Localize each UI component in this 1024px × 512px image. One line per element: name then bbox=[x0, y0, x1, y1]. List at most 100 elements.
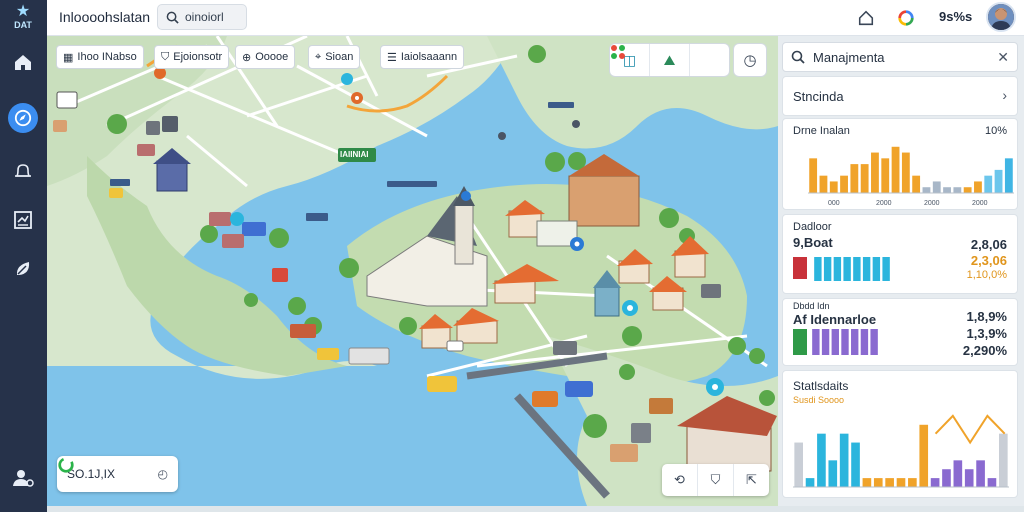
filter-chip-filter[interactable]: ⛉ Ejoionsotr bbox=[154, 45, 230, 69]
chart4-bar bbox=[794, 442, 804, 487]
chart1-bar bbox=[994, 169, 1003, 193]
filter-chip-list[interactable]: ☰ Iaiolsaaann bbox=[380, 45, 465, 69]
right-panel: Manajmenta ✕ Stncinda › Drne Inalan 10% … bbox=[778, 36, 1024, 506]
sidebar-item-user-settings[interactable] bbox=[11, 466, 35, 490]
status-card[interactable]: SO.1J,IX ◴ bbox=[57, 456, 178, 492]
home-button[interactable] bbox=[855, 7, 877, 29]
map-view[interactable]: ▦ Ihoo INabso ⛉ Ejoionsotr ⊕ Ooooe ⌖ Sio… bbox=[47, 36, 778, 506]
chart2-bar bbox=[833, 257, 842, 281]
map-tool-apps[interactable] bbox=[611, 44, 729, 76]
sidebar-item-home[interactable] bbox=[11, 50, 35, 74]
chart3-bar bbox=[812, 329, 820, 355]
card3-value-1: 1,8,9% bbox=[966, 309, 1007, 324]
card3-title: Dbdd Idn bbox=[793, 301, 830, 311]
card4-chart bbox=[793, 414, 1009, 488]
compass-icon bbox=[14, 109, 32, 127]
panel-row-label: Stncinda bbox=[793, 89, 844, 104]
chart2-bar bbox=[823, 257, 832, 281]
chart1-bar bbox=[840, 175, 848, 193]
chart1-bar bbox=[963, 187, 972, 193]
filter-chip-layers[interactable]: ▦ Ihoo INabso bbox=[56, 45, 144, 69]
chart4-bar bbox=[885, 478, 894, 487]
panel-search-value: Manajmenta bbox=[813, 49, 885, 65]
chart4-bar bbox=[987, 478, 997, 487]
chart-card-1: Drne Inalan 10% 000 2000 2000 2000 bbox=[782, 118, 1018, 210]
chart4-bar bbox=[862, 478, 872, 487]
user-avatar-icon bbox=[988, 4, 1014, 30]
chart2-bar bbox=[853, 257, 861, 281]
chart1-bar bbox=[922, 187, 931, 193]
avatar[interactable] bbox=[986, 2, 1016, 32]
clock-small-icon: ◴ bbox=[157, 467, 168, 481]
filter-icon: ⛉ bbox=[161, 50, 170, 63]
panel-search-input[interactable]: Manajmenta ✕ bbox=[782, 42, 1018, 72]
chart1-bar bbox=[871, 152, 879, 193]
clock-icon: ◷ bbox=[743, 52, 757, 69]
app-title: Inloooohslatan bbox=[59, 9, 151, 25]
chart4-bar bbox=[828, 460, 838, 487]
chart3-bar bbox=[851, 329, 859, 355]
chart1-bar bbox=[912, 175, 921, 193]
sidebar-item-alerts[interactable] bbox=[11, 159, 35, 183]
chart1-bar bbox=[901, 152, 910, 193]
chart1-x-tick: 2000 bbox=[972, 200, 988, 207]
refresh-icon bbox=[58, 457, 74, 473]
map-tool-group: ◫ ⛰ bbox=[609, 43, 730, 77]
chart1-bar bbox=[1004, 158, 1013, 193]
chart3-bar bbox=[841, 329, 849, 355]
panel-row-nav[interactable]: Stncinda › bbox=[782, 76, 1018, 116]
sidebar-item-reports[interactable] bbox=[11, 208, 35, 232]
home-icon bbox=[15, 55, 31, 70]
chart-card-3: Dbdd Idn Af Idennarloe 1,8,9% 1,3,9% 2,2… bbox=[782, 298, 1018, 366]
chart3-bar bbox=[870, 329, 878, 355]
chart4-bar bbox=[908, 478, 917, 487]
map-tool-terrain[interactable]: ⛰ bbox=[650, 44, 690, 76]
top-bar: Inloooohslatan oinoiorl 9s%s bbox=[47, 0, 1024, 36]
bottom-strip bbox=[47, 506, 1024, 512]
shield-button[interactable]: ⛉ bbox=[698, 464, 734, 496]
chart4-bar bbox=[976, 460, 985, 487]
apps-icon bbox=[611, 45, 625, 59]
leaf-icon bbox=[16, 262, 30, 275]
chart4-bar bbox=[942, 469, 951, 487]
mountain-icon: ⛰ bbox=[663, 51, 676, 68]
chart1-bar bbox=[974, 181, 982, 193]
sidebar-item-explore[interactable] bbox=[8, 103, 38, 133]
card2-title: Dadloor bbox=[793, 221, 832, 233]
export-button[interactable]: ⇱ bbox=[734, 464, 769, 496]
chart1-bar bbox=[953, 187, 962, 193]
chart2-bar bbox=[862, 257, 871, 281]
sidebar-item-environment[interactable] bbox=[11, 257, 35, 281]
layers-icon: ▦ bbox=[63, 51, 74, 64]
chart4-bar bbox=[851, 442, 860, 487]
chart1-bar bbox=[860, 164, 869, 193]
search-input[interactable]: oinoiorl bbox=[157, 4, 247, 30]
chart4-bar bbox=[964, 469, 974, 487]
house-icon bbox=[858, 10, 874, 26]
filter-chip-tag[interactable]: ⊕ Ooooe bbox=[235, 45, 296, 69]
share-icon: ⟲ bbox=[674, 472, 685, 487]
card1-chart: 000 2000 2000 2000 bbox=[808, 146, 1014, 207]
history-button[interactable]: ◷ bbox=[733, 43, 767, 77]
close-icon[interactable]: ✕ bbox=[997, 49, 1009, 66]
star-icon: ★ bbox=[15, 3, 31, 20]
chart1-bar bbox=[891, 146, 900, 193]
map-place-label: IAIINIAI bbox=[340, 150, 369, 159]
filter-chip-pin[interactable]: ⌖ Sioan bbox=[308, 45, 361, 69]
google-account-button[interactable] bbox=[895, 7, 917, 29]
chart2-bar bbox=[814, 257, 822, 281]
sidebar: ★ DAT bbox=[0, 0, 47, 512]
map-illustration bbox=[47, 36, 778, 506]
share-button[interactable]: ⟲ bbox=[662, 464, 698, 496]
card4-title: Statlsdaits bbox=[793, 379, 849, 393]
card2-value-2: 2,3,06 bbox=[970, 253, 1007, 268]
chart3-bar bbox=[860, 329, 869, 355]
chart3-bar bbox=[831, 329, 839, 355]
card3-subtitle: Af Idennarloe bbox=[793, 312, 877, 327]
chart4-bar bbox=[839, 433, 849, 487]
logo-text: DAT bbox=[14, 20, 32, 30]
chart1-x-tick: 2000 bbox=[876, 200, 892, 207]
chart2-bar bbox=[882, 257, 890, 281]
chart4-bar bbox=[896, 478, 906, 487]
app-logo[interactable]: ★ DAT bbox=[6, 4, 40, 34]
